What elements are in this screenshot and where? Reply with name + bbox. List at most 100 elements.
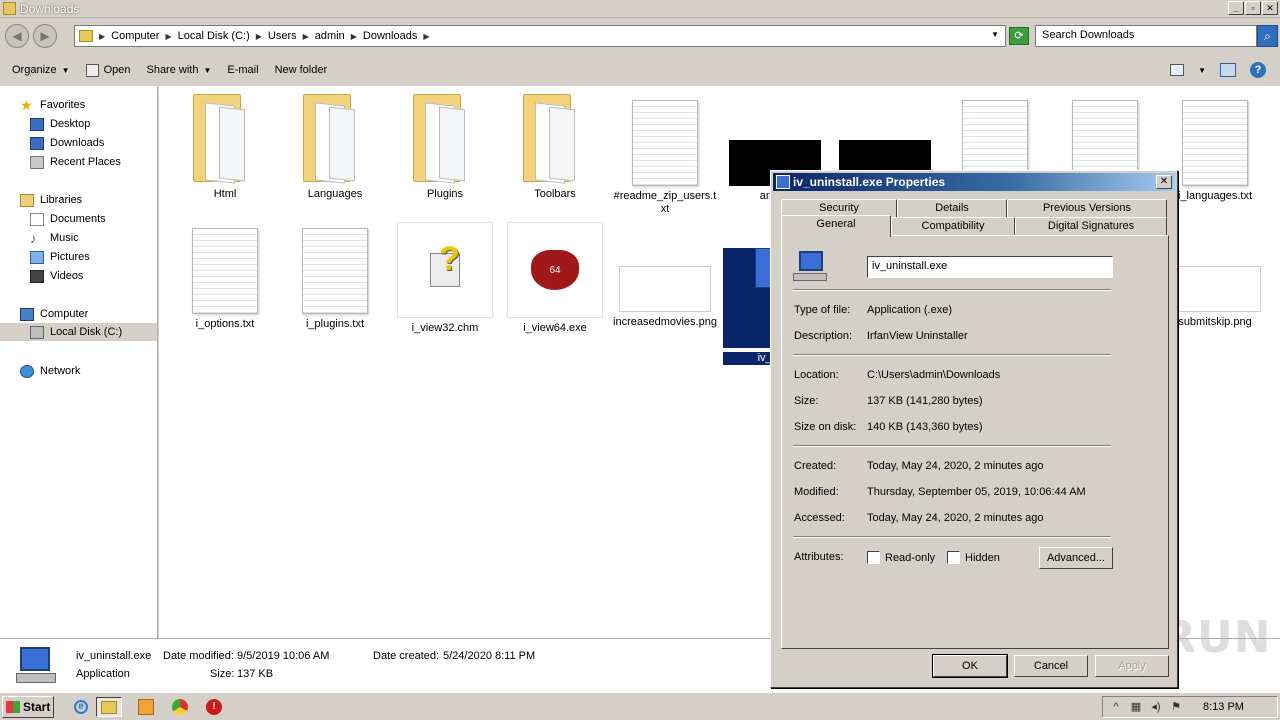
nav-videos-label: Videos xyxy=(50,270,84,282)
file-item[interactable]: #readme_zip_users.txt xyxy=(613,100,717,216)
clock[interactable]: 8:13 PM xyxy=(1203,701,1244,713)
breadcrumb-downloads[interactable]: Downloads xyxy=(363,30,417,42)
readonly-checkbox[interactable]: Read-only xyxy=(867,551,935,564)
nav-libraries[interactable]: Libraries xyxy=(20,191,82,209)
nav-music[interactable]: ♪ Music xyxy=(30,229,79,247)
chevron-right-icon[interactable]: ▶ xyxy=(256,32,262,41)
tab-previous-versions[interactable]: Previous Versions xyxy=(1007,199,1167,217)
change-view-icon[interactable] xyxy=(1170,64,1185,76)
cancel-button[interactable]: Cancel xyxy=(1014,655,1088,677)
action-center-flag-icon[interactable]: ⚑ xyxy=(1169,700,1183,714)
file-item[interactable]: submitskip.png xyxy=(1163,222,1267,329)
file-label: i_options.txt xyxy=(195,318,255,330)
advanced-button[interactable]: Advanced... xyxy=(1039,547,1113,569)
nav-downloads[interactable]: Downloads xyxy=(30,134,104,152)
chevron-right-icon[interactable]: ▶ xyxy=(423,32,429,41)
chevron-right-icon[interactable]: ▶ xyxy=(303,32,309,41)
videos-icon xyxy=(30,269,44,283)
start-button[interactable]: Start xyxy=(2,696,54,718)
file-item[interactable]: increasedmovies.png xyxy=(613,222,717,329)
tab-general[interactable]: General xyxy=(781,215,891,237)
file-label: i_view64.exe xyxy=(523,322,587,334)
recent-places-icon xyxy=(30,155,44,169)
file-item[interactable]: Plugins xyxy=(393,94,497,201)
breadcrumb-local-disk[interactable]: Local Disk (C:) xyxy=(178,30,250,42)
nav-recent-places[interactable]: Recent Places xyxy=(30,153,121,171)
nav-documents[interactable]: Documents xyxy=(30,210,106,228)
back-button[interactable]: ◀ xyxy=(5,24,29,48)
chevron-right-icon[interactable]: ▶ xyxy=(99,32,105,41)
forward-button[interactable]: ▶ xyxy=(33,24,57,48)
details-created-label: Date created: xyxy=(373,650,440,662)
file-item[interactable]: Html xyxy=(173,94,277,201)
maximize-button[interactable]: ▫ xyxy=(1245,1,1261,15)
search-icon[interactable]: ⌕ xyxy=(1257,25,1278,47)
refresh-icon[interactable]: ⟳ xyxy=(1009,27,1029,45)
nav-music-label: Music xyxy=(50,232,79,244)
taskbar-stop-app[interactable]: ! xyxy=(201,697,227,717)
chevron-down-icon[interactable]: ▼ xyxy=(1198,66,1206,75)
tab-details[interactable]: Details xyxy=(897,199,1007,217)
hard-disk-icon xyxy=(30,325,44,339)
chevron-down-icon[interactable]: ▼ xyxy=(991,30,999,39)
file-item[interactable]: 64 i_view64.exe xyxy=(503,222,607,335)
nav-desktop[interactable]: Desktop xyxy=(30,115,90,133)
taskbar-explorer[interactable] xyxy=(96,697,122,717)
new-folder-button[interactable]: New folder xyxy=(275,64,328,76)
taskbar-chrome[interactable] xyxy=(167,697,193,717)
details-modified: 9/5/2019 10:06 AM xyxy=(237,650,330,662)
windows-logo-icon xyxy=(6,701,20,713)
nav-pictures-label: Pictures xyxy=(50,251,90,263)
chevron-right-icon[interactable]: ▶ xyxy=(351,32,357,41)
minimize-button[interactable]: _ xyxy=(1228,1,1244,15)
tab-digital-signatures[interactable]: Digital Signatures xyxy=(1015,217,1167,235)
nav-pictures[interactable]: Pictures xyxy=(30,248,90,266)
nav-videos[interactable]: Videos xyxy=(30,267,83,285)
address-bar[interactable]: ▶ Computer ▶ Local Disk (C:) ▶ Users ▶ a… xyxy=(74,25,1006,47)
close-button[interactable]: ✕ xyxy=(1262,1,1278,15)
file-item[interactable]: Languages xyxy=(283,94,387,201)
chevron-down-icon: ▼ xyxy=(61,65,70,75)
chevron-up-icon[interactable]: ^ xyxy=(1109,700,1123,714)
ok-button[interactable]: OK xyxy=(932,654,1008,678)
checkbox-box[interactable] xyxy=(947,551,960,564)
nav-network-label: Network xyxy=(40,365,81,377)
breadcrumb-computer[interactable]: Computer xyxy=(111,30,159,42)
dialog-close-button[interactable]: ✕ xyxy=(1156,175,1172,189)
dialog-titlebar: iv_uninstall.exe Properties ✕ xyxy=(773,173,1175,191)
preview-pane-icon[interactable] xyxy=(1220,63,1236,77)
nav-network[interactable]: Network xyxy=(20,362,80,380)
divider xyxy=(793,289,1111,291)
open-icon xyxy=(85,63,99,77)
nav-local-disk[interactable]: Local Disk (C:) xyxy=(0,323,157,341)
taskbar-media-player[interactable] xyxy=(133,697,159,717)
search-input[interactable]: Search Downloads xyxy=(1035,25,1257,47)
chrome-icon xyxy=(172,699,188,715)
file-item[interactable]: i_plugins.txt xyxy=(283,228,387,331)
filename-field[interactable]: iv_uninstall.exe xyxy=(867,256,1113,278)
network-tray-icon[interactable]: ▦ xyxy=(1129,700,1143,714)
tab-compatibility[interactable]: Compatibility xyxy=(891,217,1015,235)
apply-button[interactable]: Apply xyxy=(1095,655,1169,677)
file-item[interactable]: ? i_view32.chm xyxy=(393,222,497,335)
file-item[interactable]: Toolbars xyxy=(503,94,607,201)
organize-button[interactable]: Organize ▼ xyxy=(12,64,70,76)
nav-computer[interactable]: Computer xyxy=(20,305,88,323)
volume-icon[interactable]: ◂) xyxy=(1149,700,1163,714)
share-with-button[interactable]: Share with ▼ xyxy=(146,64,211,76)
help-icon[interactable]: ? xyxy=(1250,62,1266,78)
hidden-checkbox[interactable]: Hidden xyxy=(947,551,1000,564)
accessed-label: Accessed: xyxy=(794,512,845,524)
breadcrumb-users[interactable]: Users xyxy=(268,30,297,42)
file-item[interactable]: i_languages.txt xyxy=(1163,100,1267,203)
star-icon: ★ xyxy=(20,96,33,113)
email-button[interactable]: E-mail xyxy=(227,64,258,76)
open-button[interactable]: Open xyxy=(85,63,130,77)
taskbar-ie[interactable]: e xyxy=(68,697,94,717)
chevron-right-icon[interactable]: ▶ xyxy=(165,32,171,41)
nav-favorites[interactable]: ★ Favorites xyxy=(20,96,85,114)
checkbox-box[interactable] xyxy=(867,551,880,564)
breadcrumb-admin[interactable]: admin xyxy=(315,30,345,42)
file-item[interactable]: i_options.txt xyxy=(173,228,277,331)
media-player-icon xyxy=(138,699,154,715)
